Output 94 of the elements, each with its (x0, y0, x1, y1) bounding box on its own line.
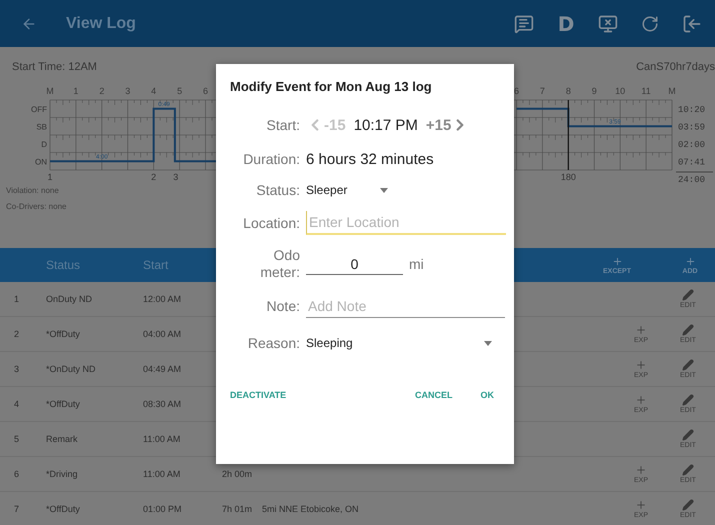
event-marker: 2 (151, 172, 156, 182)
status-cell-text: *OnDuty ND (46, 364, 97, 374)
row-number: 5 (14, 434, 20, 444)
reason-dropdown[interactable]: Sleeping (306, 336, 492, 350)
row-number: 7 (14, 504, 20, 514)
plus-icon (634, 394, 647, 406)
status-cell-text: *Driving (46, 469, 79, 479)
pencil-icon (682, 394, 694, 406)
status-total: 07:41 (678, 157, 706, 168)
plus-icon (684, 256, 696, 266)
ok-button[interactable]: OK (480, 386, 494, 404)
caret-icon (380, 188, 388, 192)
hour-label: 2 (99, 86, 104, 96)
field-label: Note: (266, 298, 300, 314)
field-label: Duration: (243, 150, 300, 168)
status-total: 03:59 (678, 122, 706, 132)
start-cell-text: 01:00 PM (143, 504, 183, 514)
plus-icon (634, 359, 647, 371)
hour-label: 8 (566, 86, 571, 96)
unit-label: mi (409, 256, 424, 272)
plus-icon (634, 324, 647, 336)
duration-value: 6 hours 32 minutes (306, 150, 435, 168)
event-marker: 180 (560, 172, 576, 182)
row-number: 2 (14, 329, 20, 339)
hour-label: 7 (540, 86, 545, 96)
driver-button[interactable]: D (555, 12, 577, 36)
pencil-icon (682, 464, 694, 476)
pencil-icon (682, 324, 694, 336)
row-number: 6 (14, 469, 20, 479)
hour-label: 5 (177, 86, 182, 96)
hour-label: 4 (151, 86, 156, 96)
hour-label: 10 (615, 86, 626, 96)
location-cell-text: 5mi NNE Etobicoke, ON (262, 504, 360, 514)
caret-icon (484, 340, 492, 346)
plus-icon (634, 464, 647, 476)
status-cell-text: OnDuty ND (46, 294, 94, 304)
pencil-icon (682, 359, 694, 371)
hour-label: 6 (203, 86, 208, 96)
hour-label: 6 (514, 86, 519, 96)
plus-icon (634, 499, 647, 511)
location-field[interactable]: Enter Location (306, 211, 506, 235)
column-header: Status (46, 258, 82, 272)
hour-label: 3 (125, 86, 130, 96)
field-label: Start: (266, 116, 300, 134)
status-label: OFF (31, 104, 47, 114)
violation-text: Violation: none (6, 185, 59, 197)
hour-label: M (668, 86, 676, 96)
hour-label: M (46, 86, 54, 96)
start-cell-text: 12:00 AM (143, 294, 182, 304)
status-cell-text: Remark (46, 434, 79, 444)
total-hours: 24:00 (678, 175, 706, 183)
cancel-button[interactable]: CANCEL (415, 386, 452, 404)
event-line (568, 100, 569, 170)
status-total: 02:00 (678, 140, 706, 150)
status-label: SB (36, 122, 47, 132)
column-header: Start (143, 258, 170, 272)
start-cell-text: 08:30 AM (143, 399, 182, 409)
row-number: 1 (14, 294, 20, 304)
plus-15-button[interactable]: +15 (426, 116, 470, 134)
row-number: 4 (14, 399, 20, 409)
screen-title: View Log (66, 14, 137, 32)
field-label: Location: (243, 214, 300, 232)
start-cell-text: 11:00 AM (143, 434, 182, 444)
hour-label: 9 (592, 86, 597, 96)
duration-cell-text: 2h 00m (222, 469, 254, 479)
status-cell-text: *OffDuty (46, 504, 81, 514)
start-time-value: 10:17 PM (354, 116, 418, 134)
field-label: Status: (256, 182, 300, 198)
plus-icon (612, 256, 622, 266)
status-dropdown[interactable]: Sleeper (306, 183, 388, 197)
row-number: 3 (14, 364, 20, 374)
deactivate-button[interactable]: DEACTIVATE (230, 386, 286, 404)
pencil-icon (682, 499, 694, 511)
status-label: D (41, 140, 47, 149)
field-label: Odo meter: (259, 247, 300, 281)
status-total: 10:20 (678, 104, 706, 115)
start-cell-text: 04:49 AM (143, 364, 182, 374)
field-label: Reason: (248, 334, 300, 352)
event-marker: 1 (48, 172, 52, 182)
start-cell-text: 11:00 AM (143, 469, 182, 479)
co-drivers-text: Co-Drivers: none (6, 201, 66, 213)
start-cell-text: 04:00 AM (143, 329, 182, 339)
pencil-icon (682, 429, 694, 441)
hour-label: 11 (641, 86, 651, 96)
duration-cell-text: 7h 01m (222, 504, 254, 514)
start-time: Start Time: 12AM (12, 61, 97, 73)
status-cell-text: *OffDuty (46, 399, 81, 409)
status-label: ON (35, 157, 47, 166)
dialog-title: Modify Event for Mon Aug 13 log (230, 79, 433, 94)
pencil-icon (682, 289, 694, 301)
status-cell-text: *OffDuty (46, 329, 81, 339)
event-marker: 3 (173, 172, 178, 182)
hour-label: 1 (73, 86, 78, 96)
ruleset-name: CanS70hr7days (636, 61, 715, 73)
